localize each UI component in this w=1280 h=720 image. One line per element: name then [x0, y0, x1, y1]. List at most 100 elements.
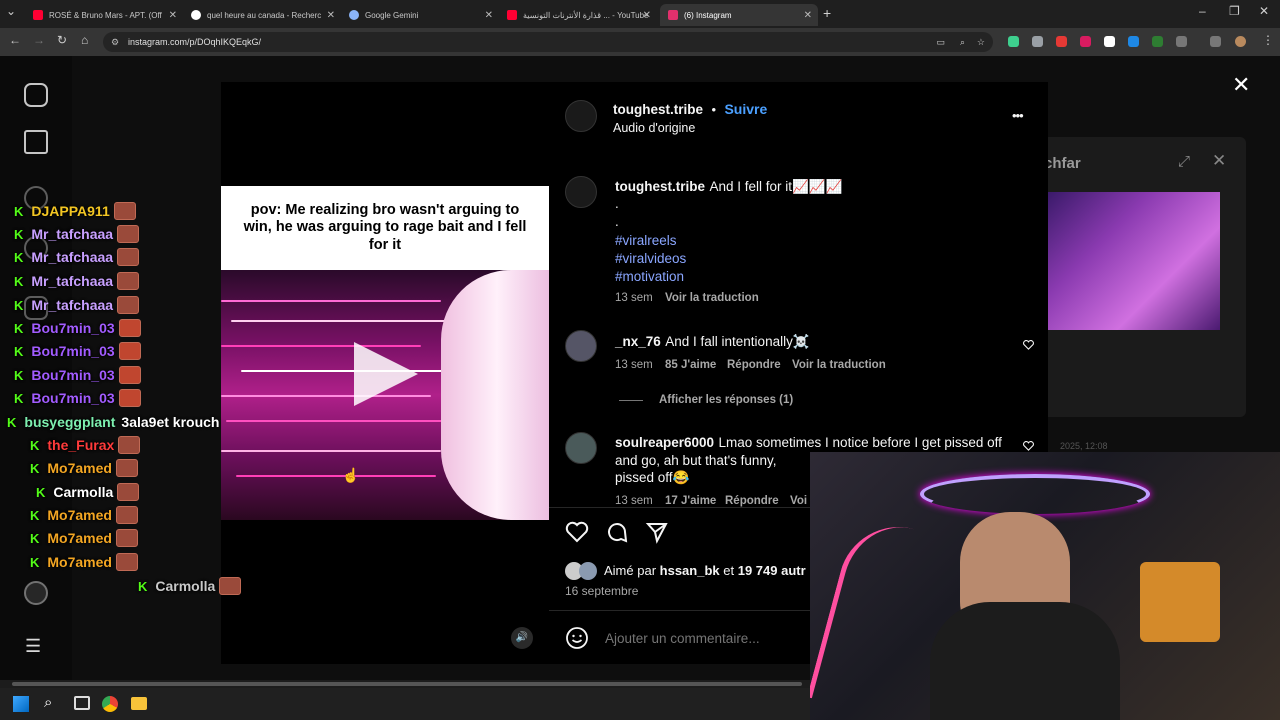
close-modal-icon[interactable]: ✕	[1232, 72, 1250, 98]
share-icon[interactable]	[645, 520, 669, 544]
kick-icon: K	[14, 297, 24, 313]
tab-youtube-1[interactable]: ROSÉ & Bruno Mars - APT. (Off ✕	[25, 4, 183, 26]
translate-link[interactable]: Voi	[790, 495, 807, 507]
reel-video[interactable]: pov: Me realizing bro wasn't arguing to …	[221, 82, 549, 664]
install-icon[interactable]: ▭	[936, 32, 945, 52]
kick-icon: K	[138, 578, 148, 594]
zoom-icon[interactable]: ⌕	[960, 32, 965, 52]
reload-icon[interactable]: ↻	[57, 33, 67, 47]
video-caption: pov: Me realizing bro wasn't arguing to …	[221, 186, 549, 270]
popup-close-icon[interactable]: ✕	[1212, 151, 1226, 171]
extension-icon[interactable]	[1104, 36, 1115, 47]
restore-icon[interactable]: ❐	[1229, 4, 1240, 18]
author-username[interactable]: toughest.tribe	[613, 102, 703, 117]
emoji-icon[interactable]	[565, 626, 589, 650]
more-options-icon[interactable]: •••	[1012, 108, 1024, 123]
close-tab-icon[interactable]: ✕	[804, 10, 812, 21]
commenter-avatar[interactable]	[565, 432, 597, 464]
audio-label[interactable]: Audio d'origine	[613, 121, 695, 135]
reading-list-icon[interactable]	[1210, 36, 1221, 47]
windows-start-icon[interactable]	[13, 696, 29, 712]
hashtag[interactable]: #motivation	[615, 269, 684, 284]
view-replies-button[interactable]: Afficher les réponses (1)	[659, 394, 793, 406]
extension-icon[interactable]	[1080, 36, 1091, 47]
site-info-icon[interactable]: ⚙	[111, 32, 119, 52]
windows-taskbar: ⌕	[0, 688, 810, 720]
author-avatar[interactable]	[565, 100, 597, 132]
commenter-avatar[interactable]	[565, 330, 597, 362]
close-tab-icon[interactable]: ✕	[327, 10, 335, 21]
chrome-icon[interactable]	[102, 696, 118, 712]
close-tab-icon[interactable]: ✕	[169, 10, 177, 21]
file-explorer-icon[interactable]	[131, 697, 147, 710]
chat-message: K Mo7amed	[30, 528, 138, 548]
extension-icon[interactable]	[1032, 36, 1043, 47]
tab-youtube-2[interactable]: قذارة الأنترنات التونسية ... - YouTube ✕	[499, 4, 657, 26]
more-menu-icon[interactable]: ☰	[25, 636, 41, 657]
gemini-icon	[349, 10, 359, 20]
extensions-puzzle-icon[interactable]	[1176, 36, 1187, 47]
translate-link[interactable]: Voir la traduction	[665, 292, 759, 304]
liker-avatar	[579, 562, 597, 580]
extension-icon[interactable]	[1152, 36, 1163, 47]
minimize-icon[interactable]: –	[1199, 4, 1206, 18]
chat-message: K Mr_tafchaaa	[14, 247, 140, 267]
hashtag[interactable]: #viralreels	[615, 233, 677, 248]
profile-nav-avatar[interactable]	[24, 581, 48, 605]
close-tab-icon[interactable]: ✕	[643, 10, 651, 21]
instagram-logo-icon[interactable]	[24, 83, 48, 107]
description-age: 13 sem	[615, 292, 653, 304]
tab-gemini[interactable]: Google Gemini ✕	[341, 4, 499, 26]
comment-icon[interactable]	[605, 520, 629, 544]
tab-google-search[interactable]: quel heure au canada - Recherc ✕	[183, 4, 341, 26]
translate-link[interactable]: Voir la traduction	[792, 359, 886, 371]
expand-icon[interactable]: ⤢	[1178, 153, 1190, 170]
video-frame[interactable]	[221, 270, 549, 520]
home-icon[interactable]: ⌂	[81, 33, 88, 47]
likes-summary: Aimé par hssan_bk et 19 749 autr	[604, 563, 806, 578]
profile-avatar[interactable]	[1235, 36, 1246, 47]
hashtag[interactable]: #viralvideos	[615, 251, 686, 266]
reply-button[interactable]: Répondre	[725, 495, 779, 507]
url-input[interactable]: ⚙ instagram.com/p/DOqhIKQEqkG/ ▭ ⌕ ☆	[103, 32, 993, 52]
comment-likes[interactable]: 17 J'aime	[665, 495, 716, 507]
home-nav-icon[interactable]	[24, 130, 48, 154]
comment-likes[interactable]: 85 J'aime	[665, 359, 716, 371]
close-tab-icon[interactable]: ✕	[485, 10, 493, 21]
forward-icon[interactable]: →	[33, 33, 45, 47]
close-window-icon[interactable]: ✕	[1259, 4, 1269, 18]
follow-button[interactable]: Suivre	[724, 101, 767, 117]
horizontal-scrollbar[interactable]	[0, 680, 810, 688]
new-tab-icon[interactable]: +	[823, 5, 831, 21]
extension-icon[interactable]	[1128, 36, 1139, 47]
extension-icon[interactable]	[1056, 36, 1067, 47]
extension-icon[interactable]	[1008, 36, 1019, 47]
back-icon[interactable]: ←	[9, 33, 21, 47]
browser-menu-icon[interactable]: ⋮	[1262, 33, 1274, 47]
kick-icon: K	[30, 530, 40, 546]
likes-count[interactable]: 19 749 autr	[738, 563, 806, 578]
sound-toggle-icon[interactable]: 🔊	[511, 627, 533, 649]
play-icon[interactable]	[354, 342, 418, 406]
author-avatar[interactable]	[565, 176, 597, 208]
liked-by-user[interactable]: hssan_bk	[660, 563, 720, 578]
reply-button[interactable]: Répondre	[727, 359, 781, 371]
comment-input[interactable]	[605, 629, 805, 647]
bookmark-star-icon[interactable]: ☆	[977, 32, 985, 52]
tab-menu-icon[interactable]: ⌄	[6, 4, 16, 18]
tab-instagram[interactable]: (6) Instagram ✕	[660, 4, 818, 26]
popup-thumbnail[interactable]	[1048, 192, 1220, 330]
comment-username[interactable]: soulreaper6000	[615, 435, 714, 450]
taskbar-search-icon[interactable]: ⌕	[44, 694, 52, 711]
emote-icon	[115, 529, 138, 547]
description-author[interactable]: toughest.tribe	[615, 179, 705, 194]
task-view-icon[interactable]	[74, 696, 90, 710]
kick-icon: K	[14, 203, 24, 219]
chat-username: Bou7min_03	[31, 367, 115, 383]
like-icon[interactable]	[565, 520, 589, 544]
like-comment-icon[interactable]	[1023, 441, 1034, 451]
kick-icon: K	[14, 320, 24, 336]
like-comment-icon[interactable]	[1023, 340, 1034, 350]
scrollbar-thumb[interactable]	[12, 682, 802, 686]
comment-username[interactable]: _nx_76	[615, 334, 661, 349]
